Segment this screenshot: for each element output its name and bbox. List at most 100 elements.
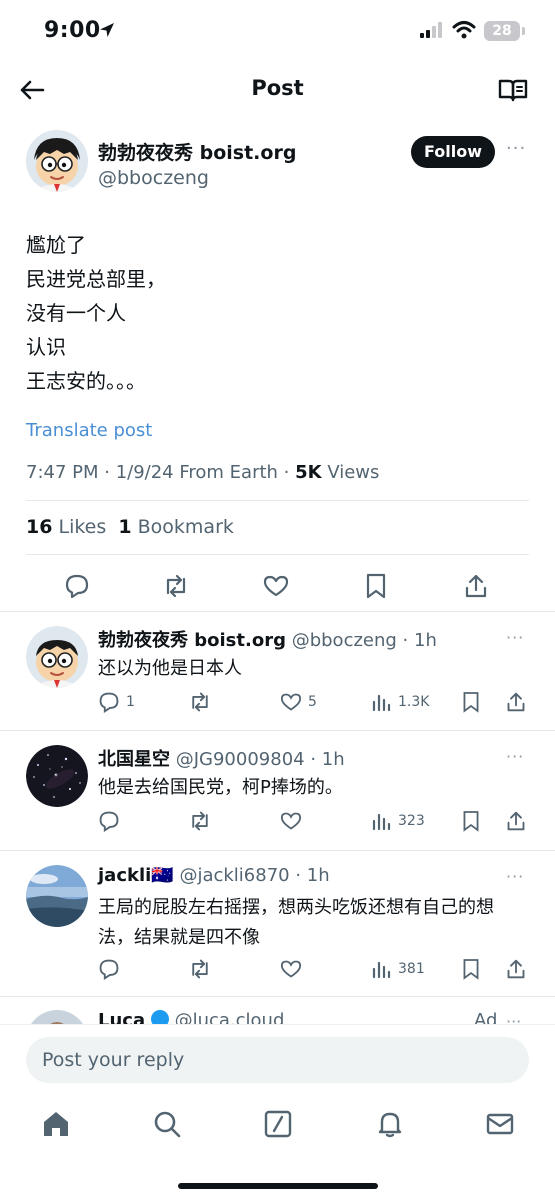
open-book-icon [498,79,528,102]
bookmark-icon[interactable] [462,957,480,981]
share-icon[interactable] [506,809,526,833]
translate-post-link[interactable]: Translate post [26,420,152,441]
likes-label[interactable]: Likes [52,516,118,538]
reader-mode-button[interactable] [496,74,530,106]
author-name[interactable]: 勃勃夜夜秀 boist.org [98,138,296,165]
reply-action-bar: 1 5 1.3K [98,690,538,714]
like-icon[interactable] [280,957,302,981]
reply-action-bar: 323 [98,809,538,833]
like-icon[interactable]: 5 [280,690,317,714]
post-text-line: 尷尬了 [26,233,86,257]
reply-header: Luca @luca.cloud [98,1010,284,1024]
reply-author-name[interactable]: 北国星空 [98,749,170,770]
reply-icon[interactable]: 1 [98,690,135,714]
bookmark-icon[interactable] [360,570,392,602]
bookmarks-label[interactable]: Bookmark [132,516,234,538]
home-icon[interactable] [40,1108,72,1140]
bottom-tab-bar [0,1096,555,1200]
post-timestamp: 7:47 PM · 1/9/24 From Earth · [26,462,296,483]
reply-item[interactable]: 北国星空 @JG90009804 · 1h ··· 他是去给国民党，柯P捧场的。… [0,731,555,849]
repost-icon[interactable] [160,570,192,602]
views-count: 323 [398,813,425,829]
reply-composer [0,1024,555,1096]
reply-handle-time: @JG90009804 · 1h [170,749,345,770]
reply-icon[interactable] [98,809,120,833]
reply-input[interactable] [26,1037,529,1083]
ad-handle: @luca.cloud [168,1010,285,1024]
reply-text: 他是去给国民党，柯P捧场的。 [98,777,343,798]
reply-icon[interactable] [98,957,120,981]
reply-handle-time: @bboczeng · 1h [285,630,437,651]
repost-icon[interactable] [188,690,212,714]
avatar[interactable] [26,626,88,688]
views-icon[interactable]: 323 [372,809,425,833]
more-options-icon[interactable]: ··· [506,1012,521,1024]
views-count: 381 [398,961,425,977]
repost-icon[interactable] [188,957,212,981]
bookmark-icon[interactable] [462,809,480,833]
bookmarks-count[interactable]: 1 [118,516,131,538]
views-icon[interactable]: 1.3K [372,690,429,714]
battery-indicator: 28 [484,21,520,41]
reply-icon[interactable] [61,570,93,602]
post-meta: 7:47 PM · 1/9/24 From Earth · 5K Views [26,462,379,483]
reply-text: 还以为他是日本人 [98,658,242,679]
avatar[interactable] [26,865,88,927]
location-arrow-icon [98,21,116,39]
avatar[interactable] [26,1010,88,1024]
more-options-icon[interactable]: ··· [506,628,524,647]
verified-badge-icon [150,1010,169,1024]
ad-preview[interactable]: Luca @luca.cloud Ad ··· [0,996,555,1024]
post-text-line: 民进党总部里， [26,267,166,291]
views-count: 5K [295,462,322,483]
more-options-icon[interactable]: ··· [506,140,528,162]
reply-item[interactable]: jackli🇦🇺 @jackli6870 · 1h ··· 王局的屁股左右摇摆，… [0,851,555,996]
reply-text: 王局的屁股左右摇摆，想两头吃饭还想有自己的想法，结果就是四不像 [98,897,494,948]
views-count: 1.3K [398,694,430,710]
reply-header: jackli🇦🇺 @jackli6870 · 1h [98,865,330,886]
like-count: 5 [308,694,317,710]
share-icon[interactable] [506,690,526,714]
views-label: Views [321,462,380,483]
likes-count[interactable]: 16 [26,516,52,538]
like-icon[interactable] [260,570,292,602]
reply-item[interactable]: 勃勃夜夜秀 boist.org @bboczeng · 1h ··· 还以为他是… [0,612,555,730]
ad-label: Ad [474,1010,498,1024]
notifications-bell-icon[interactable] [374,1108,406,1140]
grok-icon[interactable] [262,1108,294,1140]
reply-header: 勃勃夜夜秀 boist.org @bboczeng · 1h [98,626,437,652]
cellular-signal-icon [420,22,444,38]
more-options-icon[interactable]: ··· [506,867,524,886]
avatar[interactable] [26,745,88,807]
follow-button[interactable]: Follow [411,136,495,168]
home-indicator [178,1183,378,1189]
share-icon[interactable] [460,570,492,602]
reply-author-name[interactable]: jackli🇦🇺 [98,865,174,886]
status-bar: 9:00 28 [0,0,555,62]
post-text: 尷尬了 民进党总部里， 没有一个人 认识 王志安的。。。 [26,228,526,398]
engagement-stats: 16 Likes 1 Bookmark [26,516,234,538]
page-title: Post [251,76,304,100]
battery-tip [522,27,525,35]
post-action-bar [0,570,555,610]
avatar[interactable] [26,130,88,192]
like-icon[interactable] [280,809,302,833]
wifi-icon [452,20,476,40]
views-icon[interactable]: 381 [372,957,425,981]
post-text-line: 王志安的。。。 [26,369,146,393]
share-icon[interactable] [506,957,526,981]
divider [26,500,529,501]
author-handle[interactable]: @bboczeng [98,167,209,189]
ad-author-name[interactable]: Luca [98,1010,145,1024]
more-options-icon[interactable]: ··· [506,747,524,766]
post-text-line: 没有一个人 [26,301,126,325]
messages-envelope-icon[interactable] [484,1108,516,1140]
bookmark-icon[interactable] [462,690,480,714]
reply-handle-time: @jackli6870 · 1h [173,865,330,886]
repost-icon[interactable] [188,809,212,833]
post-text-line: 认识 [26,335,66,359]
status-time: 9:00 [44,18,101,43]
reply-author-name[interactable]: 勃勃夜夜秀 boist.org [98,630,286,651]
search-icon[interactable] [151,1108,183,1140]
reply-action-bar: 381 [98,957,538,981]
